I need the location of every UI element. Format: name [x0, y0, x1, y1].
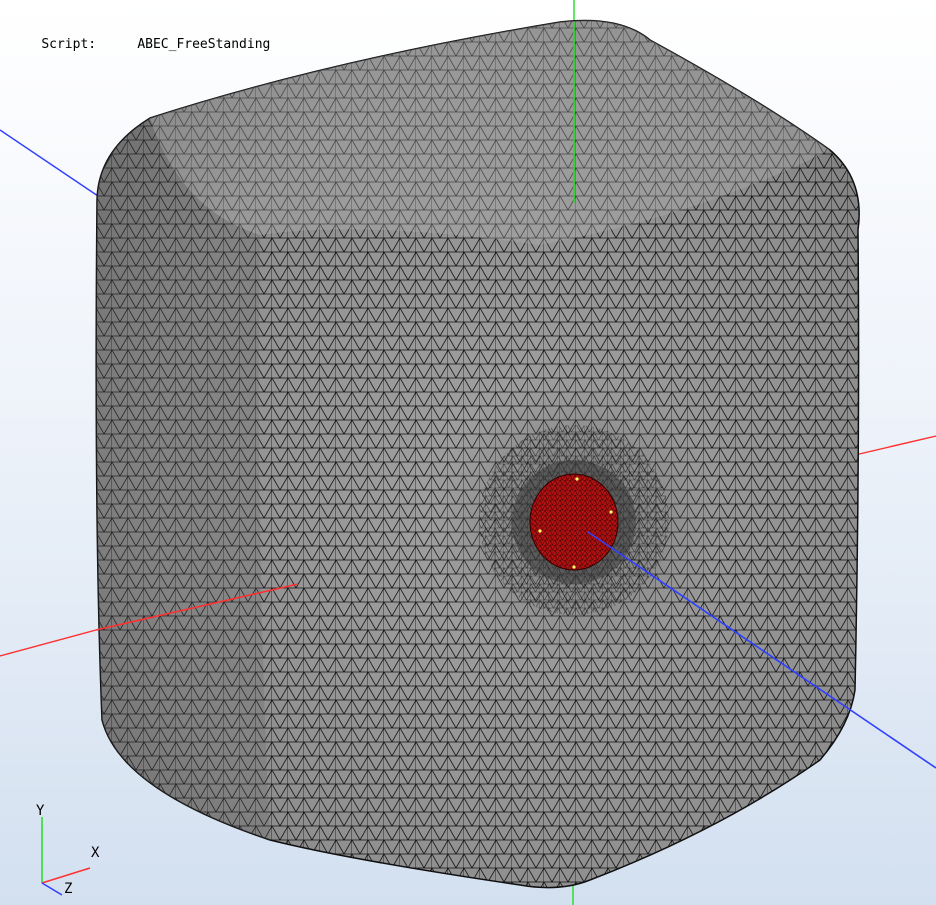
x-axis-left-line	[0, 629, 97, 657]
x-axis-right-line	[854, 435, 936, 456]
script-name: ABEC_FreeStanding	[137, 37, 271, 52]
axis-triad: Y X Z	[36, 803, 100, 897]
3d-viewport[interactable]: Script: ABEC_FreeStanding Y X Z	[0, 0, 936, 905]
script-info: Script: ABEC_FreeStanding	[10, 22, 270, 67]
triad-z-axis	[41, 882, 63, 896]
driver-node-marker	[538, 529, 542, 533]
driver-node-marker	[572, 565, 576, 569]
driver-node-marker	[575, 477, 579, 481]
mesh-body[interactable]	[95, 19, 860, 889]
triad-x-label: X	[91, 845, 100, 861]
script-label: Script:	[41, 37, 97, 52]
triad-z-label: Z	[64, 881, 72, 897]
mesh-scene[interactable]	[0, 0, 936, 905]
triad-y-label: Y	[36, 803, 45, 819]
driver-mesh	[530, 474, 618, 570]
z-axis-back-line	[0, 129, 99, 197]
driver-node-marker	[609, 510, 613, 514]
